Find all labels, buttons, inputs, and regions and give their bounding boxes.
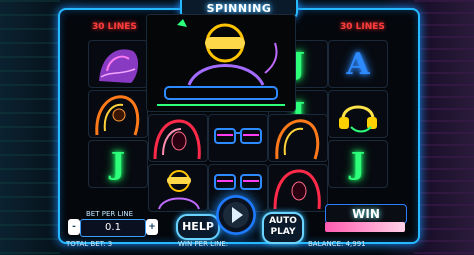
j-symbol-icon: J <box>350 146 366 182</box>
background-left-lights <box>0 0 60 255</box>
total-bet: TOTAL BET: 3 <box>66 240 113 248</box>
bet-per-line-value: 0.1 <box>80 219 146 237</box>
play-icon[interactable] <box>232 207 243 223</box>
neon-glasses-icon <box>214 128 262 144</box>
win-display: WIN <box>325 204 407 224</box>
neon-woman-red-icon <box>153 119 201 160</box>
bet-decrease-button[interactable]: - <box>68 219 80 235</box>
symbol-neon-glasses <box>208 114 268 162</box>
symbol-j-4: J <box>328 140 388 188</box>
neon-woman-red-icon <box>273 169 321 210</box>
neon-woman-orange-icon <box>95 95 140 136</box>
win-amount-bar <box>325 222 405 232</box>
dj-big-icon <box>147 15 295 111</box>
help-button[interactable]: HELP <box>176 214 220 240</box>
symbol-neon-headphones <box>328 90 388 138</box>
autoplay-label-1: AUTO <box>269 216 297 226</box>
bet-per-line-label: BET PER LINE <box>86 210 134 218</box>
background-right-lights <box>414 0 474 255</box>
autoplay-button[interactable]: AUTO PLAY <box>262 212 304 244</box>
neon-woman-orange-icon <box>275 119 320 160</box>
symbol-neon-woman-orange-2 <box>268 114 328 162</box>
symbol-j: J <box>88 140 148 188</box>
symbol-neon-woman-orange <box>88 90 148 138</box>
symbol-dj-big <box>146 14 296 112</box>
dj-small-icon <box>158 170 200 210</box>
a-symbol-icon: A <box>346 46 370 82</box>
symbol-neon-woman-red <box>148 114 208 162</box>
neon-woman-pink-icon <box>99 49 139 83</box>
balance: BALANCE: 4,991 <box>308 240 366 248</box>
autoplay-label-2: PLAY <box>270 227 296 237</box>
bet-increase-button[interactable]: + <box>146 219 158 235</box>
neon-headphones-icon <box>339 105 377 133</box>
symbol-neon-woman-red-2 <box>268 164 328 212</box>
symbol-dj-small <box>148 164 208 212</box>
j-symbol-icon: J <box>110 146 126 182</box>
symbol-neon-woman-pink <box>88 40 148 88</box>
symbol-a: A <box>328 40 388 88</box>
win-per-line: WIN PER LINE: <box>178 240 229 248</box>
